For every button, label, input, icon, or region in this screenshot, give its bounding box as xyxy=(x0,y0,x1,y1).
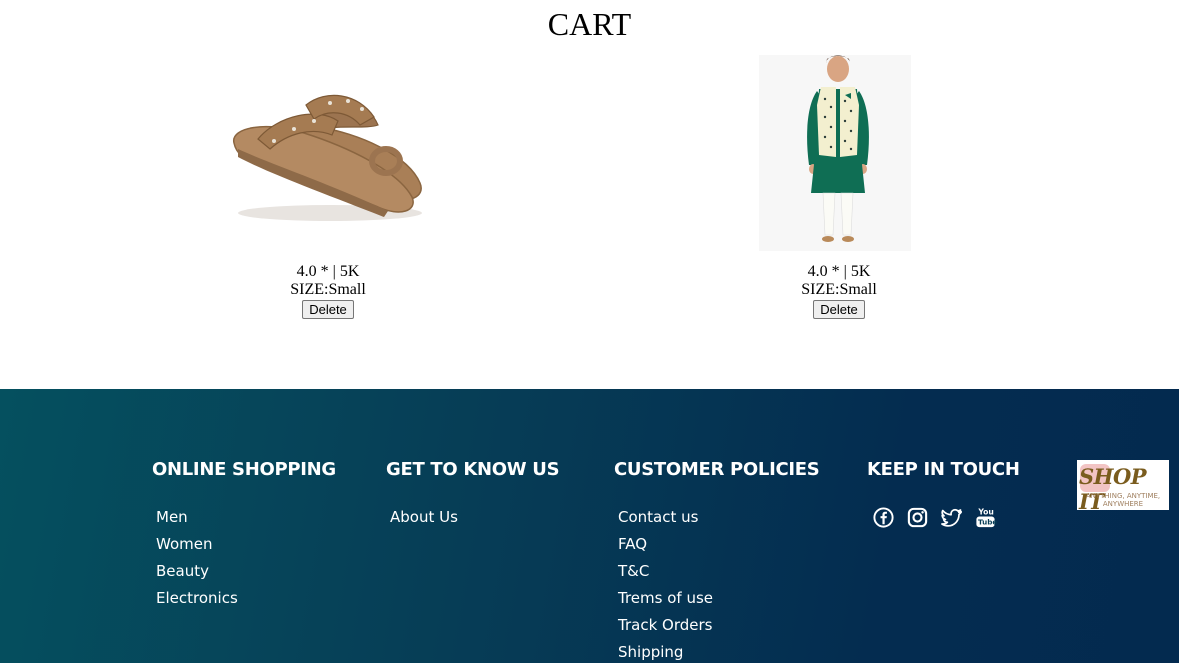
footer-link-beauty[interactable]: Beauty xyxy=(156,558,336,585)
footer-get-to-know-us: GET TO KNOW US About Us xyxy=(386,459,560,531)
footer-link-about-us[interactable]: About Us xyxy=(390,504,559,531)
product-size: SIZE:Small xyxy=(290,281,366,298)
footer-link-contact-us[interactable]: Contact us xyxy=(618,504,819,531)
instagram-icon[interactable] xyxy=(906,506,929,529)
shop-it-logo[interactable]: SHOP IT ANYTHING, ANYTIME, ANYWHERE xyxy=(1077,460,1169,510)
cart-item: 4.0 * | 5K SIZE:Small Delete xyxy=(208,55,448,319)
footer-link-faq[interactable]: FAQ xyxy=(618,531,819,558)
kurta-image xyxy=(759,55,911,251)
delete-button[interactable]: Delete xyxy=(813,300,865,319)
facebook-icon[interactable] xyxy=(872,506,895,529)
page-title: CART xyxy=(547,6,632,42)
svg-text:Tube: Tube xyxy=(978,518,997,527)
footer-link-shipping[interactable]: Shipping xyxy=(618,639,819,663)
footer-keep-in-touch: KEEP IN TOUCH You Tube xyxy=(867,459,1020,529)
site-footer: ONLINE SHOPPING Men Women Beauty Electro… xyxy=(0,389,1179,663)
footer-heading: KEEP IN TOUCH xyxy=(867,459,1020,480)
youtube-icon[interactable]: You Tube xyxy=(974,506,997,529)
footer-link-tc[interactable]: T&C xyxy=(618,558,819,585)
footer-link-men[interactable]: Men xyxy=(156,504,336,531)
delete-button[interactable]: Delete xyxy=(302,300,354,319)
product-rating: 4.0 * | 5K xyxy=(807,263,871,280)
product-image-kurta[interactable] xyxy=(719,55,959,251)
footer-customer-policies: CUSTOMER POLICIES Contact us FAQ T&C Tre… xyxy=(614,459,820,663)
footer-online-shopping: ONLINE SHOPPING Men Women Beauty Electro… xyxy=(152,459,336,612)
footer-heading: GET TO KNOW US xyxy=(386,459,560,480)
svg-text:You: You xyxy=(977,508,994,517)
footer-heading: CUSTOMER POLICIES xyxy=(614,459,820,480)
product-rating: 4.0 * | 5K xyxy=(296,263,360,280)
footer-heading: ONLINE SHOPPING xyxy=(152,459,336,480)
product-image-sandal[interactable] xyxy=(208,55,448,251)
logo-tagline: ANYTHING, ANYTIME, ANYWHERE xyxy=(1085,492,1161,508)
cart-item: 4.0 * | 5K SIZE:Small Delete xyxy=(719,55,959,319)
social-icons: You Tube xyxy=(867,506,1020,529)
sandal-image xyxy=(233,94,422,221)
footer-link-women[interactable]: Women xyxy=(156,531,336,558)
twitter-icon[interactable] xyxy=(940,506,963,529)
footer-link-terms-of-use[interactable]: Trems of use xyxy=(618,585,819,612)
footer-link-track-orders[interactable]: Track Orders xyxy=(618,612,819,639)
product-size: SIZE:Small xyxy=(801,281,877,298)
footer-link-electronics[interactable]: Electronics xyxy=(156,585,336,612)
